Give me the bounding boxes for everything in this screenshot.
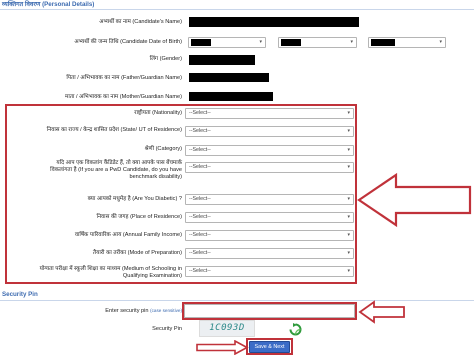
gender-label: लिंग (Gender) bbox=[149, 56, 182, 62]
prep-select[interactable]: --Select-- ▾ bbox=[185, 248, 354, 259]
pwd-select-value: --Select-- bbox=[189, 164, 211, 170]
dob-year-redacted bbox=[371, 39, 395, 46]
chevron-down-icon: ▾ bbox=[347, 214, 350, 220]
diabetic-select-value: --Select-- bbox=[189, 196, 211, 202]
captcha-image: 1C093D bbox=[199, 320, 255, 337]
category-label: श्रेणी (Category) bbox=[144, 146, 182, 152]
chevron-down-icon: ▾ bbox=[347, 250, 350, 256]
place-select-value: --Select-- bbox=[189, 214, 211, 220]
case-sensitive-note: (case sensitive) bbox=[150, 308, 182, 313]
mother-name-label: माता / अभिभावक का नाम (Mother/Guardian N… bbox=[64, 94, 182, 100]
diabetic-label: क्या आपको मधुमेह है (Are You Diabetic) ? bbox=[87, 196, 182, 202]
father-name-label: पिता / अभिभावक का नाम (Father/Guardian N… bbox=[66, 75, 182, 81]
candidate-name-field-redacted[interactable] bbox=[189, 17, 359, 27]
refresh-icon[interactable] bbox=[289, 323, 302, 336]
gender-select-redacted[interactable] bbox=[189, 55, 255, 65]
heading-divider bbox=[0, 9, 474, 10]
mother-name-field-redacted[interactable] bbox=[189, 92, 273, 101]
prep-label: तैयारी का तरीका (Mode of Preparation) bbox=[92, 250, 182, 256]
pin-arrow-icon bbox=[358, 300, 405, 324]
dob-year-select[interactable]: ▾ bbox=[368, 37, 446, 48]
income-label: वार्षिक पारिवारिक आय (Annual Family Inco… bbox=[74, 232, 182, 238]
place-label: निवास की जगह (Place of Residence) bbox=[96, 214, 183, 220]
security-pin-heading: Security Pin bbox=[0, 290, 474, 300]
income-select[interactable]: --Select-- ▾ bbox=[185, 230, 354, 241]
chevron-down-icon: ▾ bbox=[347, 164, 350, 170]
place-select[interactable]: --Select-- ▾ bbox=[185, 212, 354, 223]
chevron-down-icon: ▾ bbox=[347, 196, 350, 202]
pwd-select[interactable]: --Select-- ▾ bbox=[185, 162, 354, 173]
chevron-down-icon: ▾ bbox=[347, 128, 350, 134]
nationality-select-value: --Select-- bbox=[189, 110, 211, 116]
state-select[interactable]: --Select-- ▾ bbox=[185, 126, 354, 137]
income-select-value: --Select-- bbox=[189, 232, 211, 238]
enter-pin-label: Enter security pin (case sensitive) bbox=[105, 308, 182, 315]
father-name-field-redacted[interactable] bbox=[189, 73, 269, 82]
category-select-value: --Select-- bbox=[189, 147, 211, 153]
dob-day-redacted bbox=[191, 39, 211, 46]
button-arrow-icon bbox=[196, 340, 249, 355]
dob-month-redacted bbox=[281, 39, 301, 46]
category-select[interactable]: --Select-- ▾ bbox=[185, 145, 354, 156]
security-pin-input[interactable] bbox=[184, 304, 355, 318]
diabetic-select[interactable]: --Select-- ▾ bbox=[185, 194, 354, 205]
dob-label: अभ्यर्थी की जन्म तिथि (Candidate Date of… bbox=[74, 39, 182, 45]
pwd-label-line3: benchmark disability) bbox=[129, 174, 182, 180]
chevron-down-icon: ▾ bbox=[350, 39, 353, 45]
medium-label-line1: योग्यता परीक्षा में स्कूली शिक्षा का माध… bbox=[39, 266, 182, 272]
nationality-label: राष्ट्रीयता (Nationality) bbox=[134, 110, 182, 116]
dob-day-select[interactable]: ▾ bbox=[188, 37, 266, 48]
candidate-name-label: अभ्यर्थी का नाम (Candidate's Name) bbox=[99, 19, 182, 25]
enter-pin-label-text: Enter security pin bbox=[105, 308, 149, 314]
save-next-button[interactable]: Save & Next bbox=[249, 341, 290, 353]
prep-select-value: --Select-- bbox=[189, 250, 211, 256]
state-select-value: --Select-- bbox=[189, 128, 211, 134]
chevron-down-icon: ▾ bbox=[347, 110, 350, 116]
chevron-down-icon: ▾ bbox=[259, 39, 262, 45]
personal-details-heading: व्यक्तिगत विवरण (Personal Details) bbox=[0, 0, 474, 9]
medium-select-value: --Select-- bbox=[189, 268, 211, 274]
chevron-down-icon: ▾ bbox=[439, 39, 442, 45]
pwd-label-line2: विकलांगता है (If you are a PwD Candidate… bbox=[50, 167, 182, 173]
annotation-arrow-icon bbox=[357, 172, 472, 228]
security-pin-label: Security Pin bbox=[152, 326, 182, 332]
nationality-select[interactable]: --Select-- ▾ bbox=[185, 108, 354, 119]
pwd-label-line1: यदि आप एक विकलांग कैंडिडेट हैं, तो क्या … bbox=[56, 160, 182, 166]
medium-label-line2: Qualifying Examination) bbox=[122, 273, 182, 279]
dob-month-select[interactable]: ▾ bbox=[278, 37, 357, 48]
state-label: निवास का राज्य / केन्द्र शासित प्रदेश (S… bbox=[46, 127, 182, 133]
medium-select[interactable]: --Select-- ▾ bbox=[185, 266, 354, 277]
chevron-down-icon: ▾ bbox=[347, 147, 350, 153]
chevron-down-icon: ▾ bbox=[347, 232, 350, 238]
chevron-down-icon: ▾ bbox=[347, 268, 350, 274]
